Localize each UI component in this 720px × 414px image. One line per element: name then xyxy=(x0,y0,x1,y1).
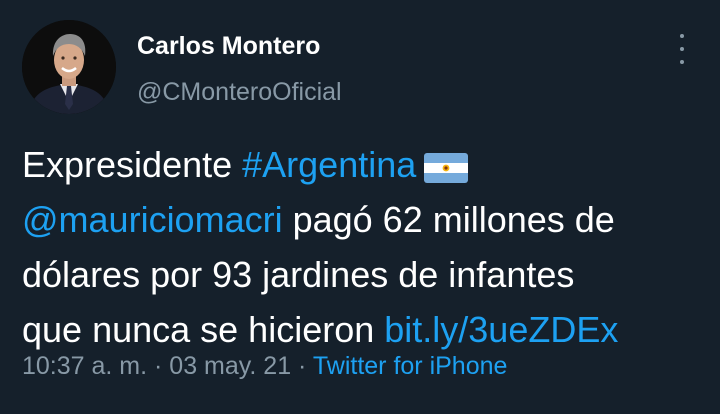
mention-link[interactable]: @mauriciomacri xyxy=(22,199,283,240)
author-name[interactable]: Carlos Montero xyxy=(137,32,320,61)
more-dot xyxy=(680,34,684,38)
timestamp[interactable]: 10:37 a. m. · 03 may. 21 · xyxy=(22,352,313,380)
tweet-text-segment: Expresidente xyxy=(22,144,243,185)
tweet-text-segment: pagó 62 millones de xyxy=(282,199,615,240)
more-vertical-icon[interactable] xyxy=(672,34,692,64)
author-handle[interactable]: @CMonteroOficial xyxy=(137,78,342,107)
more-dot xyxy=(680,60,684,64)
tweet-text: Expresidente #Argentina @mauriciomacri p… xyxy=(22,137,712,357)
source-link[interactable]: Twitter for iPhone xyxy=(313,352,508,380)
tweet-meta: 10:37 a. m. · 03 may. 21 · Twitter for i… xyxy=(22,352,507,381)
avatar[interactable] xyxy=(22,20,116,114)
tweet-text-segment: dólares por 93 jardines de infantes xyxy=(22,254,575,295)
tweet-card[interactable]: Carlos Montero @CMonteroOficial Expresid… xyxy=(0,0,720,414)
avatar-image xyxy=(22,20,116,114)
more-dot xyxy=(680,47,684,51)
tweet-line: Expresidente #Argentina xyxy=(22,137,712,192)
hashtag-link[interactable]: #Argentina xyxy=(242,144,416,185)
tweet-text-segment: que nunca se hicieron xyxy=(22,309,385,350)
tweet-line: que nunca se hicieron bit.ly/3ueZDEx xyxy=(22,302,712,357)
tweet-line: dólares por 93 jardines de infantes xyxy=(22,247,712,302)
url-link[interactable]: bit.ly/3ueZDEx xyxy=(384,309,618,350)
argentina-flag-emoji xyxy=(424,143,469,198)
tweet-line: @mauriciomacri pagó 62 millones de xyxy=(22,192,712,247)
